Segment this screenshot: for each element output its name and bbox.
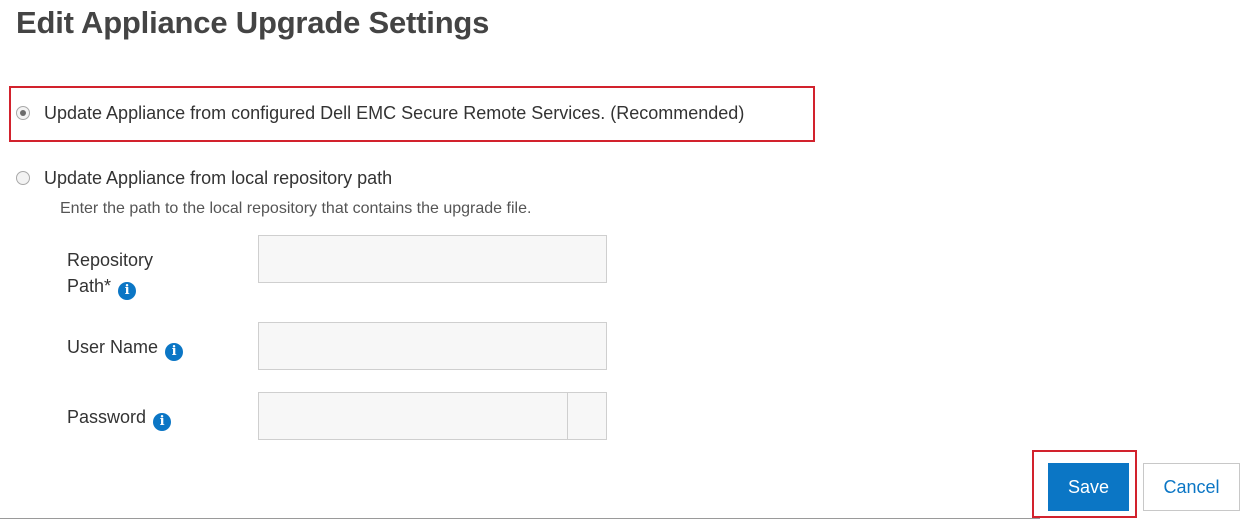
user-name-label: User Name i bbox=[67, 334, 184, 361]
password-label-text: Password bbox=[67, 407, 147, 427]
info-icon[interactable]: i bbox=[153, 413, 172, 431]
option-secure-remote-services-label: Update Appliance from configured Dell EM… bbox=[44, 103, 745, 123]
page-title: Edit Appliance Upgrade Settings bbox=[16, 5, 490, 40]
radio-secure-remote-services[interactable] bbox=[16, 106, 30, 120]
repository-path-label-line1: Repository bbox=[67, 250, 154, 270]
bottom-divider bbox=[0, 518, 1040, 519]
local-repository-hint: Enter the path to the local repository t… bbox=[60, 200, 532, 217]
password-field bbox=[258, 392, 607, 440]
info-icon[interactable]: i bbox=[165, 343, 184, 361]
option-secure-remote-services[interactable]: Update Appliance from configured Dell EM… bbox=[16, 102, 744, 124]
info-icon[interactable]: i bbox=[118, 282, 137, 300]
save-button[interactable]: Save bbox=[1048, 463, 1129, 511]
password-input[interactable] bbox=[259, 393, 567, 439]
repository-path-input[interactable] bbox=[258, 235, 607, 283]
repository-path-label-line2: Path* bbox=[67, 276, 112, 296]
password-label: Password i bbox=[67, 404, 172, 431]
repository-path-label: Repository Path* i bbox=[67, 247, 187, 300]
cancel-button[interactable]: Cancel bbox=[1143, 463, 1240, 511]
option-local-repository[interactable]: Update Appliance from local repository p… bbox=[16, 167, 392, 189]
option-local-repository-label: Update Appliance from local repository p… bbox=[44, 168, 393, 188]
password-visibility-toggle[interactable] bbox=[567, 393, 606, 439]
edit-appliance-upgrade-settings-page: Edit Appliance Upgrade Settings Update A… bbox=[0, 0, 1246, 521]
user-name-input[interactable] bbox=[258, 322, 607, 370]
radio-local-repository[interactable] bbox=[16, 171, 30, 185]
user-name-label-text: User Name bbox=[67, 337, 159, 357]
